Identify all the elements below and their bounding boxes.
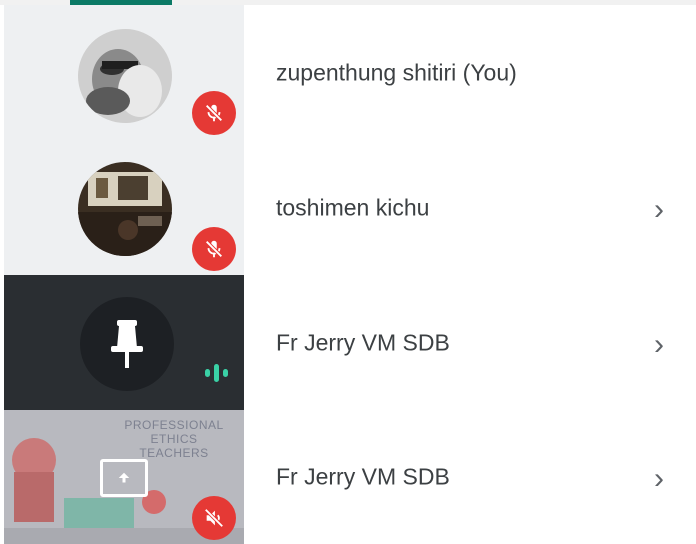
avatar	[78, 162, 172, 256]
participant-name: Fr Jerry VM SDB	[276, 329, 450, 355]
mic-off-icon	[205, 240, 223, 258]
screen-share-text: PROFESSIONAL ETHICS TEACHERS	[124, 418, 224, 460]
participant-tile	[4, 140, 244, 275]
participant-list: zupenthung shitiri (You) toshimen kichu …	[4, 5, 696, 544]
mic-off-icon	[205, 104, 223, 122]
volume-off-icon	[204, 508, 224, 528]
pin-icon	[111, 320, 143, 368]
participant-tile	[4, 5, 244, 140]
mic-off-badge	[192, 91, 236, 135]
mic-off-badge	[192, 227, 236, 271]
participant-row-self[interactable]: zupenthung shitiri (You)	[4, 5, 696, 140]
chevron-right-icon[interactable]: ›	[654, 193, 674, 226]
volume-off-badge	[192, 496, 236, 540]
chevron-right-icon[interactable]: ›	[654, 462, 674, 495]
speaking-indicator-icon	[196, 363, 236, 383]
participant-row[interactable]: toshimen kichu ›	[4, 140, 696, 275]
screen-share-tile: PROFESSIONAL ETHICS TEACHERS	[4, 410, 244, 544]
chevron-right-icon[interactable]: ›	[654, 328, 674, 361]
avatar	[78, 29, 172, 123]
pinned-avatar	[80, 297, 174, 391]
participant-row-presenting[interactable]: PROFESSIONAL ETHICS TEACHERS Fr Jerry VM…	[4, 410, 696, 544]
participant-name: Fr Jerry VM SDB	[276, 463, 450, 490]
participant-tile	[4, 275, 244, 410]
participant-row[interactable]: Fr Jerry VM SDB ›	[4, 275, 696, 410]
screen-share-icon	[100, 459, 148, 497]
participant-name: toshimen kichu	[276, 194, 430, 220]
participant-name: zupenthung shitiri (You)	[276, 59, 517, 85]
